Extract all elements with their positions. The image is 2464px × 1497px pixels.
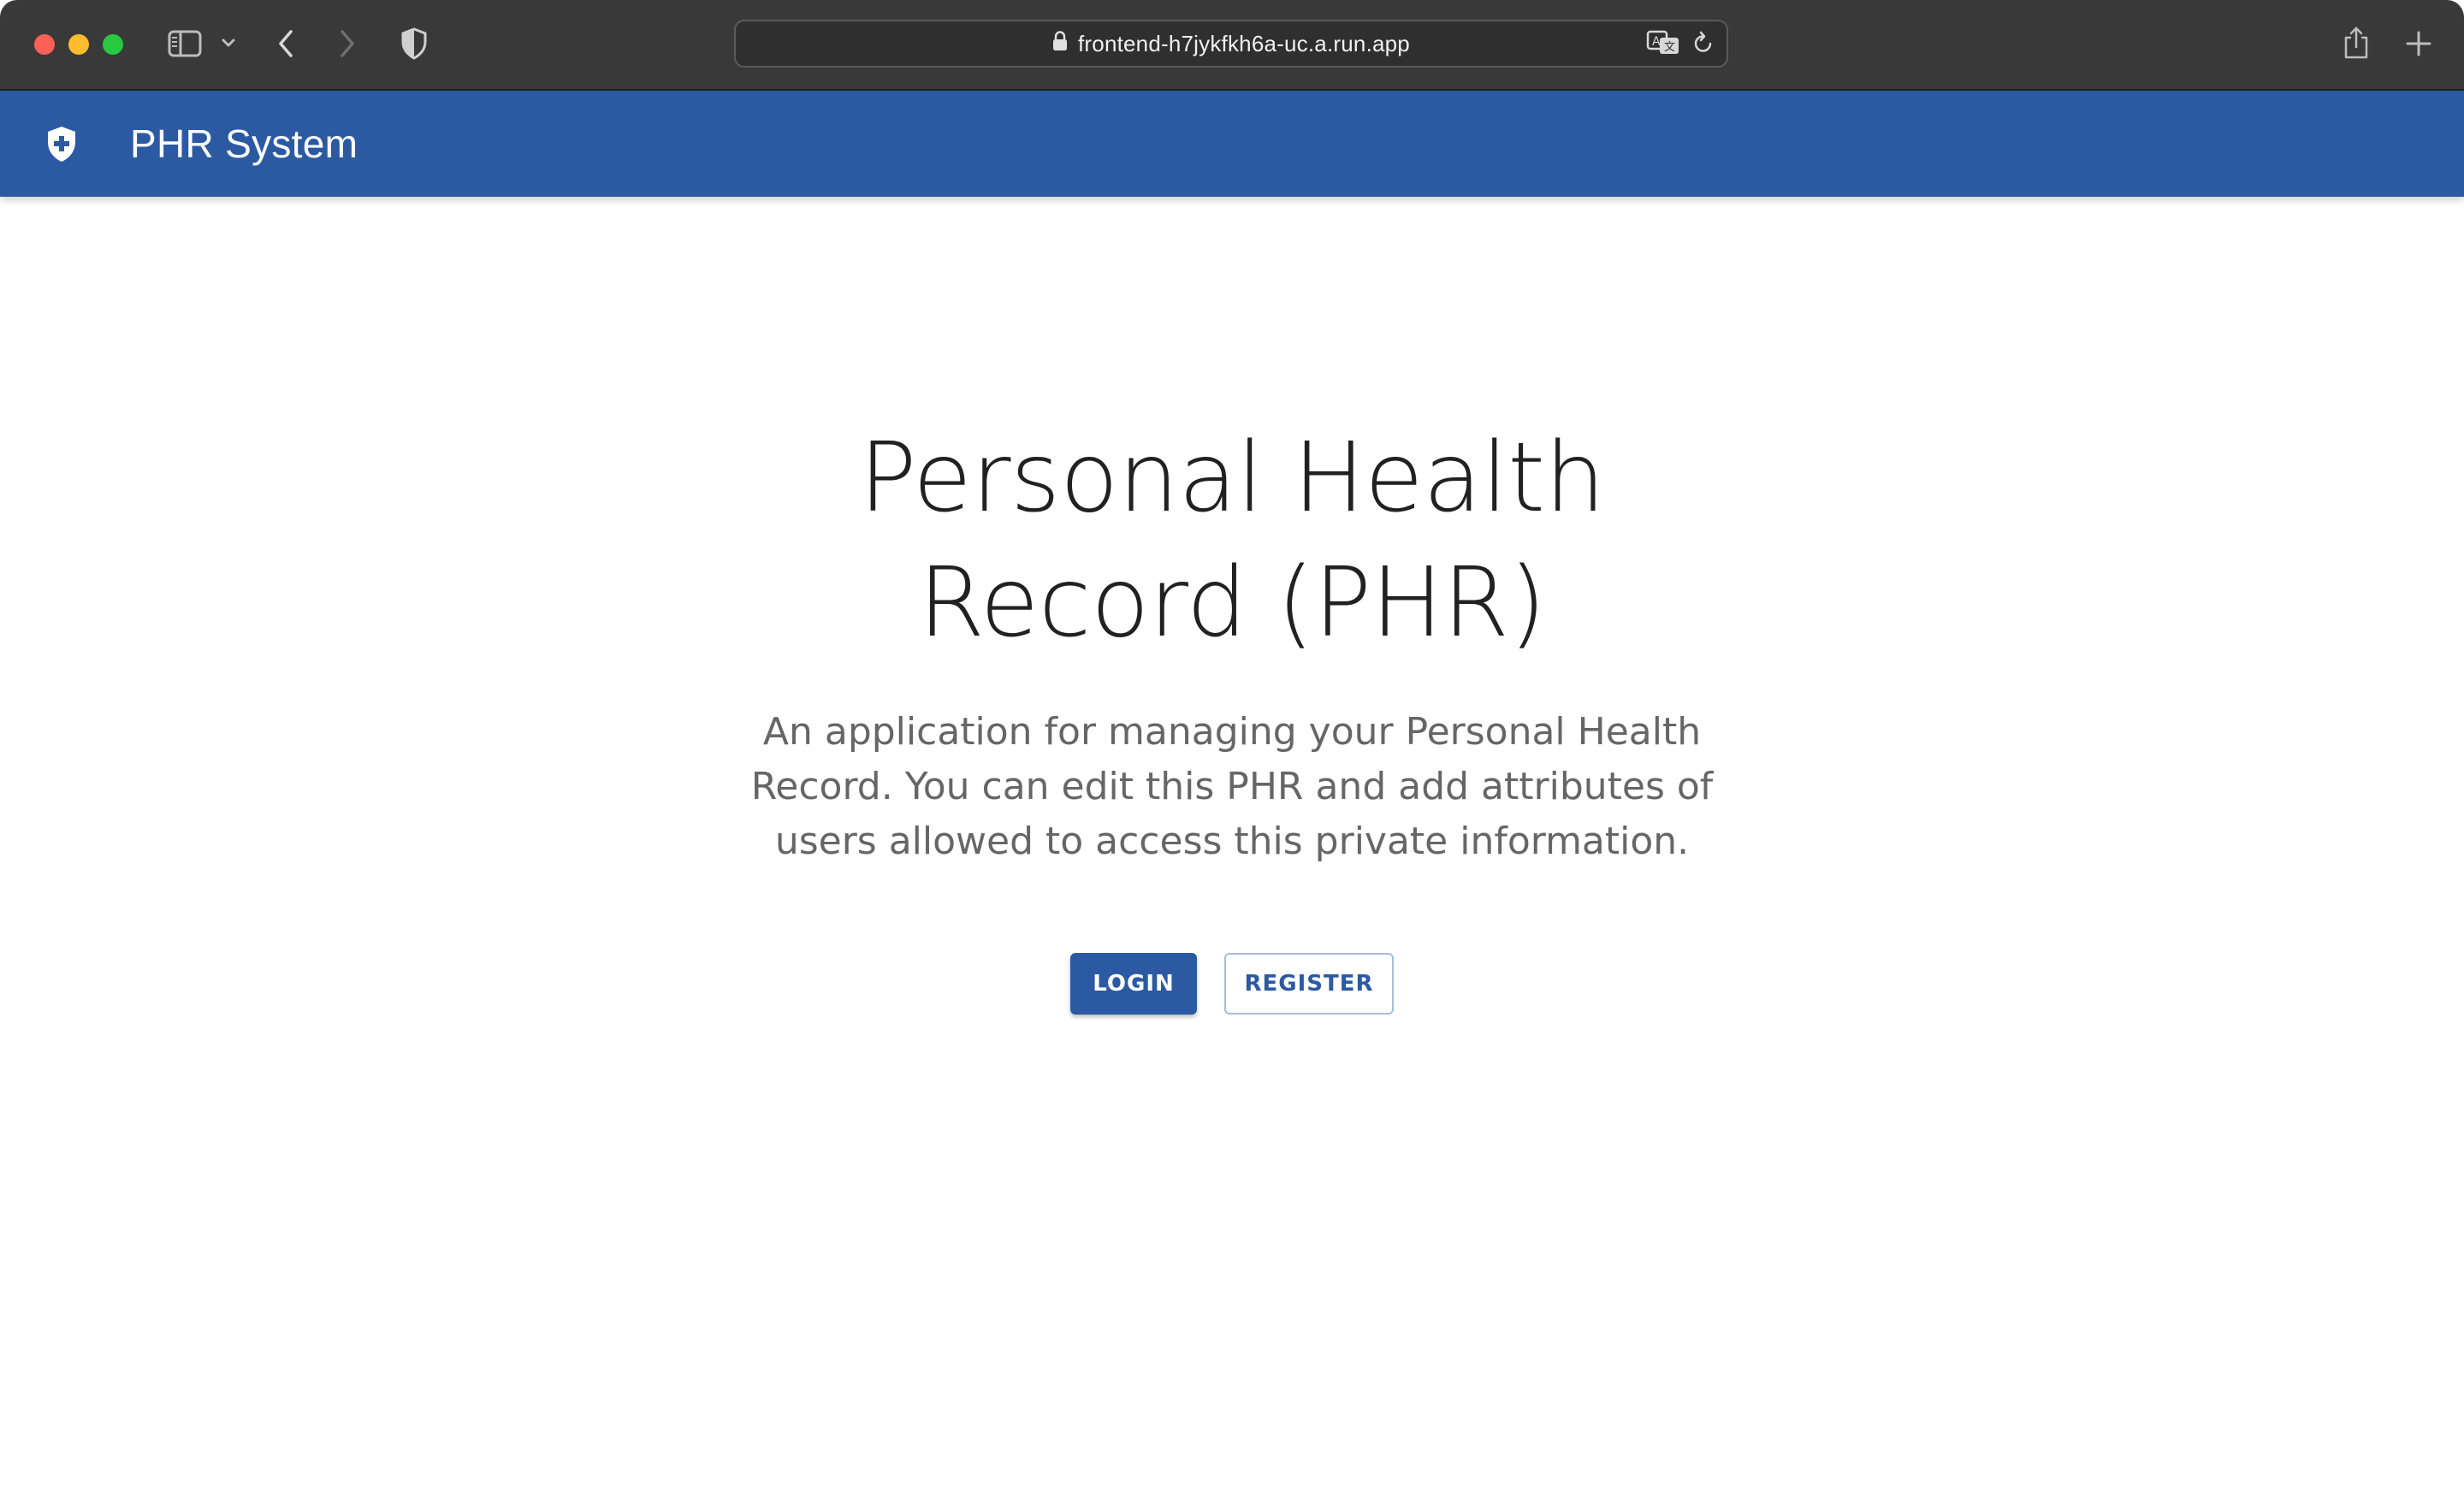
svg-text:文: 文 [1664, 41, 1675, 54]
shield-icon[interactable] [400, 27, 428, 60]
maximize-window-button[interactable] [103, 34, 123, 55]
reload-icon[interactable] [1692, 31, 1715, 59]
login-button[interactable]: LOGIN [1070, 953, 1197, 1015]
back-icon[interactable] [275, 28, 296, 59]
sidebar-icon[interactable] [168, 30, 202, 57]
minimize-window-button[interactable] [68, 34, 89, 55]
page-description: An application for managing your Persona… [750, 710, 1714, 863]
browser-window: frontend-h7jykfkh6a-uc.a.run.app A 文 PHR… [0, 0, 2464, 1497]
action-buttons: LOGIN REGISTER [0, 953, 2464, 1015]
translate-icon[interactable]: A 文 [1646, 30, 1680, 60]
address-bar[interactable]: frontend-h7jykfkh6a-uc.a.run.app A 文 [734, 20, 1728, 68]
browser-toolbar: frontend-h7jykfkh6a-uc.a.run.app A 文 [0, 0, 2464, 91]
hero-section: Personal Health Record (PHR) An applicat… [0, 197, 2464, 1015]
shield-plus-icon [44, 125, 79, 169]
plus-icon[interactable] [2406, 31, 2431, 56]
close-window-button[interactable] [34, 34, 55, 55]
page-title: Personal Health Record (PHR) [859, 423, 1605, 659]
share-icon[interactable] [2343, 26, 2370, 60]
url-text[interactable]: frontend-h7jykfkh6a-uc.a.run.app [1078, 31, 1410, 57]
chevron-down-icon[interactable] [221, 38, 236, 48]
forward-icon[interactable] [337, 28, 358, 59]
app-header: PHR System [0, 91, 2464, 197]
register-button[interactable]: REGISTER [1224, 953, 1394, 1015]
lock-icon [1052, 30, 1068, 57]
app-title[interactable]: PHR System [130, 91, 358, 197]
svg-text:A: A [1652, 35, 1661, 49]
